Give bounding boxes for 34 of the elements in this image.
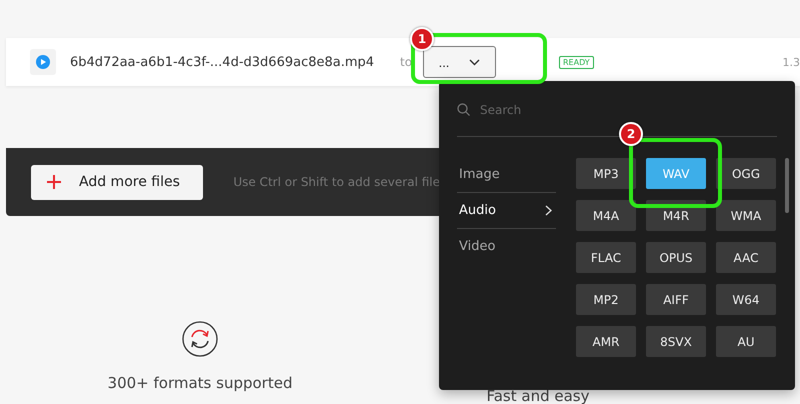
feature-text: 300+ formats supported <box>108 376 292 391</box>
chevron-icon <box>469 58 480 66</box>
format-option[interactable]: 8SVX <box>646 326 706 357</box>
hint-text: Use Ctrl or Shift to add several file <box>233 175 440 189</box>
category-item[interactable]: Image <box>457 157 556 193</box>
format-option[interactable]: WMA <box>716 200 776 231</box>
format-option[interactable]: W64 <box>716 284 776 315</box>
format-option[interactable]: MP3 <box>576 158 636 189</box>
to-label: to <box>400 55 414 69</box>
file-name: 6b4d72aa-a6b1-4c3f-...4d-d3d669ac8e8a.mp4 <box>70 54 376 70</box>
file-size: 1.3 <box>782 56 800 68</box>
feature-text: Fast and easy <box>486 389 590 404</box>
category-item[interactable]: Audio <box>457 193 556 229</box>
format-option[interactable]: FLAC <box>576 242 636 273</box>
format-option[interactable]: MP2 <box>576 284 636 315</box>
search-field[interactable]: Search <box>480 103 680 117</box>
search-icon <box>457 103 470 116</box>
format-option[interactable]: OPUS <box>646 242 706 273</box>
status-badge: READY <box>559 56 594 68</box>
format-option[interactable]: AMR <box>576 326 636 357</box>
format-option[interactable]: AIFF <box>646 284 706 315</box>
format-dropdown[interactable]: ... <box>423 46 496 78</box>
format-option[interactable]: AAC <box>716 242 776 273</box>
chevron-icon <box>545 205 552 216</box>
add-files-button[interactable]: Add more files <box>31 164 204 200</box>
category-item[interactable]: Video <box>457 229 556 264</box>
play-icon[interactable] <box>30 49 56 75</box>
plus-icon <box>47 175 61 189</box>
format-option[interactable]: AU <box>716 326 776 357</box>
format-option[interactable]: M4A <box>576 200 636 231</box>
format-option[interactable]: OGG <box>716 158 776 189</box>
step-badge: 1 <box>410 27 434 51</box>
refresh-icon <box>181 320 219 358</box>
scrollbar[interactable] <box>785 158 789 213</box>
